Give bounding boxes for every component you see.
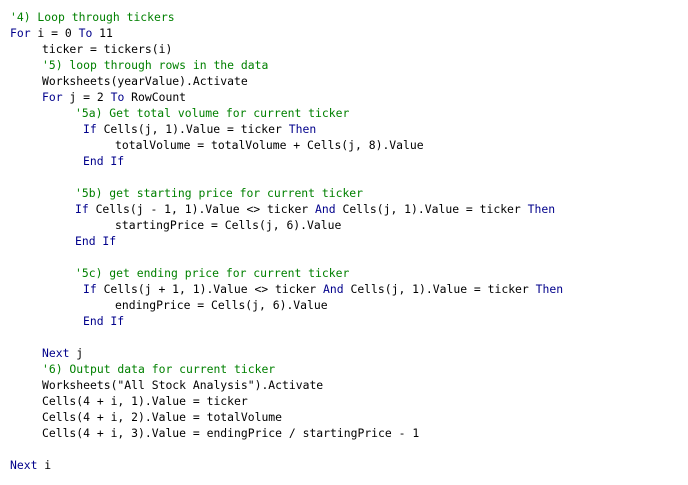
- code-text: 11: [92, 26, 113, 40]
- code-comment: '6) Output data for current ticker: [42, 362, 276, 376]
- code-text: ticker = tickers(i): [42, 42, 173, 56]
- code-text: Worksheets(yearValue).Activate: [42, 74, 248, 88]
- code-text: Cells(j, 1).Value = ticker: [96, 122, 289, 136]
- code-keyword: Next: [10, 458, 38, 472]
- code-line[interactable]: '4) Loop through tickers: [10, 9, 175, 25]
- code-line[interactable]: Cells(4 + i, 2).Value = totalVolume: [42, 409, 282, 425]
- code-keyword: If: [75, 202, 89, 216]
- code-keyword: End If: [83, 154, 125, 168]
- code-line[interactable]: For i = 0 To 11: [10, 25, 113, 41]
- code-keyword: Then: [288, 122, 317, 136]
- code-text: i: [37, 458, 52, 472]
- code-line[interactable]: For j = 2 To RowCount: [42, 89, 186, 105]
- code-line[interactable]: End If: [75, 233, 116, 249]
- code-text: j: [69, 346, 84, 360]
- code-line[interactable]: '5a) Get total volume for current ticker: [75, 105, 349, 121]
- code-line[interactable]: totalVolume = totalVolume + Cells(j, 8).…: [115, 137, 424, 153]
- code-comment: '5) loop through rows in the data: [42, 58, 269, 72]
- code-line[interactable]: '5) loop through rows in the data: [42, 57, 268, 73]
- code-keyword: And: [323, 282, 344, 296]
- code-line[interactable]: Cells(4 + i, 1).Value = ticker: [42, 393, 248, 409]
- code-line[interactable]: End If: [83, 313, 124, 329]
- code-keyword: End If: [83, 314, 125, 328]
- code-line[interactable]: Next j: [42, 345, 83, 361]
- code-line[interactable]: endingPrice = Cells(j, 6).Value: [115, 297, 328, 313]
- code-keyword: If: [83, 122, 97, 136]
- code-comment: '5a) Get total volume for current ticker: [75, 106, 350, 120]
- code-text: Cells(4 + i, 1).Value = ticker: [42, 394, 248, 408]
- code-line[interactable]: startingPrice = Cells(j, 6).Value: [115, 217, 341, 233]
- code-line[interactable]: End If: [83, 153, 124, 169]
- code-line[interactable]: ticker = tickers(i): [42, 41, 172, 57]
- code-keyword: Then: [527, 202, 556, 216]
- code-keyword: End If: [75, 234, 117, 248]
- code-keyword: For: [42, 90, 63, 104]
- code-keyword: To: [78, 26, 93, 40]
- code-line[interactable]: Worksheets(yearValue).Activate: [42, 73, 248, 89]
- code-line[interactable]: '6) Output data for current ticker: [42, 361, 275, 377]
- code-text: Cells(4 + i, 3).Value = endingPrice / st…: [42, 426, 420, 440]
- code-text: Worksheets("All Stock Analysis").Activat…: [42, 378, 324, 392]
- code-line[interactable]: If Cells(j + 1, 1).Value <> ticker And C…: [83, 281, 563, 297]
- code-comment: '5c) get ending price for current ticker: [75, 266, 350, 280]
- code-keyword: To: [110, 90, 125, 104]
- code-text: Cells(j - 1, 1).Value <> ticker: [88, 202, 316, 216]
- code-line[interactable]: If Cells(j, 1).Value = ticker Then: [83, 121, 316, 137]
- code-keyword: For: [10, 26, 31, 40]
- code-editor[interactable]: '4) Loop through tickers For i = 0 To 11 t…: [0, 0, 688, 485]
- code-keyword: Then: [535, 282, 564, 296]
- code-text: Cells(j + 1, 1).Value <> ticker: [96, 282, 324, 296]
- code-comment: '5b) get starting price for current tick…: [75, 186, 364, 200]
- code-text: RowCount: [124, 90, 187, 104]
- code-line[interactable]: Worksheets("All Stock Analysis").Activat…: [42, 377, 323, 393]
- code-text: Cells(j, 1).Value = ticker: [343, 282, 536, 296]
- code-line[interactable]: Cells(4 + i, 3).Value = endingPrice / st…: [42, 425, 419, 441]
- code-text: startingPrice = Cells(j, 6).Value: [115, 218, 342, 232]
- code-keyword: And: [315, 202, 336, 216]
- code-line[interactable]: Next i: [10, 457, 51, 473]
- code-line[interactable]: '5c) get ending price for current ticker: [75, 265, 349, 281]
- code-text: endingPrice = Cells(j, 6).Value: [115, 298, 328, 312]
- code-line[interactable]: If Cells(j - 1, 1).Value <> ticker And C…: [75, 201, 555, 217]
- code-text: i = 0: [30, 26, 79, 40]
- code-keyword: If: [83, 282, 97, 296]
- code-text: totalVolume = totalVolume + Cells(j, 8).…: [115, 138, 424, 152]
- code-line[interactable]: '5b) get starting price for current tick…: [75, 185, 363, 201]
- code-text: j = 2: [62, 90, 111, 104]
- code-keyword: Next: [42, 346, 70, 360]
- code-comment: '4) Loop through tickers: [10, 10, 175, 24]
- code-text: Cells(j, 1).Value = ticker: [335, 202, 528, 216]
- code-text: Cells(4 + i, 2).Value = totalVolume: [42, 410, 283, 424]
